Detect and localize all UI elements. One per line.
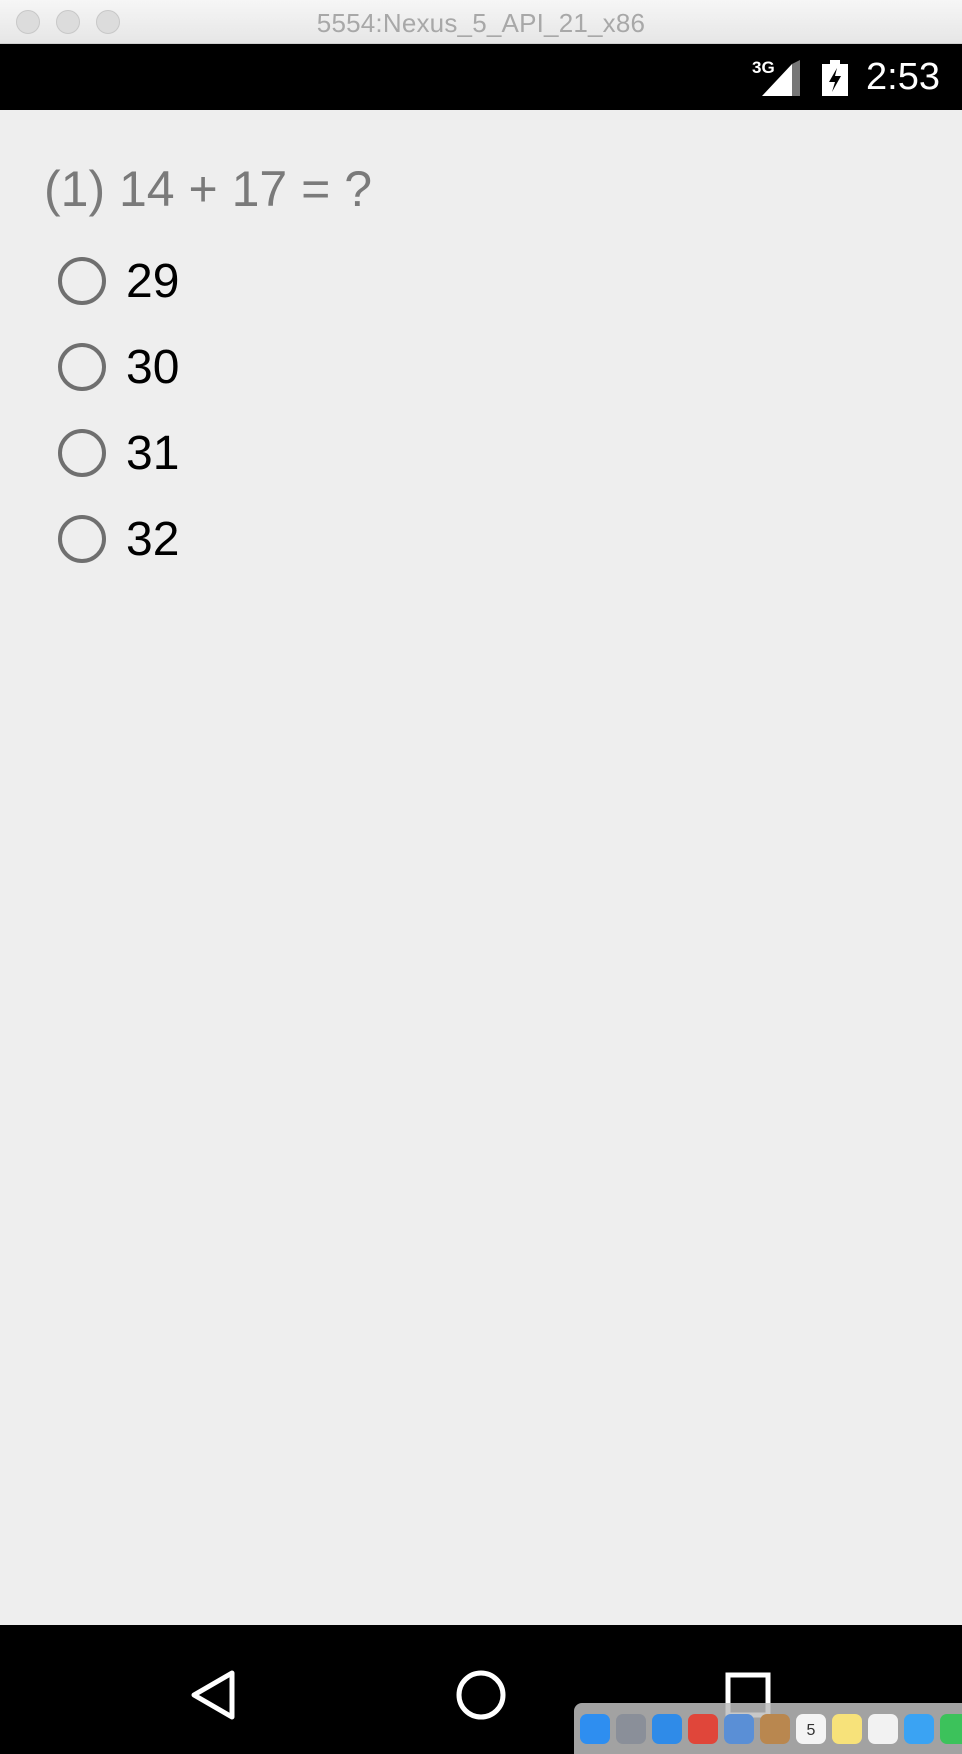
facetime-icon[interactable] (940, 1713, 962, 1744)
answer-option-label: 32 (126, 512, 180, 566)
radio-button[interactable] (58, 515, 106, 563)
radio-button[interactable] (58, 343, 106, 391)
mac-dock: 5 (574, 1703, 962, 1754)
home-circle-icon[interactable] (451, 1665, 511, 1725)
back-triangle-icon[interactable] (184, 1665, 244, 1725)
answer-option[interactable]: 32 (58, 496, 179, 582)
radio-button[interactable] (58, 429, 106, 477)
radio-button[interactable] (58, 257, 106, 305)
window-title: 5554:Nexus_5_API_21_x86 (316, 8, 646, 38)
finder-icon[interactable] (580, 1713, 610, 1744)
status-bar: 3G 2:53 (0, 44, 962, 110)
answer-option-label: 30 (126, 340, 180, 394)
calendar-day-label: 5 (806, 1721, 816, 1739)
window-title-bar: 5554:Nexus_5_API_21_x86 (0, 0, 962, 44)
answer-option[interactable]: 31 (58, 410, 179, 496)
cell-signal-icon (762, 60, 800, 96)
preview-icon[interactable] (724, 1713, 754, 1744)
answer-option[interactable]: 30 (58, 324, 179, 410)
answer-radio-group: 29 30 31 32 (58, 238, 179, 582)
textedit-icon[interactable] (868, 1713, 898, 1744)
question-text: (1) 14 + 17 = ? (44, 161, 373, 217)
notes-icon[interactable] (832, 1713, 862, 1744)
calendar-icon[interactable]: 5 (796, 1713, 826, 1744)
launchpad-icon[interactable] (616, 1713, 646, 1744)
messages-icon[interactable] (904, 1713, 934, 1744)
chrome-icon[interactable] (688, 1713, 718, 1744)
battery-charging-icon (822, 60, 848, 96)
quiz-screen: (1) 14 + 17 = ? 29 30 31 32 (0, 110, 962, 1625)
safari-icon[interactable] (652, 1713, 682, 1744)
answer-option[interactable]: 29 (58, 238, 179, 324)
answer-option-label: 31 (126, 426, 180, 480)
contacts-icon[interactable] (760, 1713, 790, 1744)
answer-option-label: 29 (126, 254, 180, 308)
status-clock: 2:53 (866, 56, 940, 98)
